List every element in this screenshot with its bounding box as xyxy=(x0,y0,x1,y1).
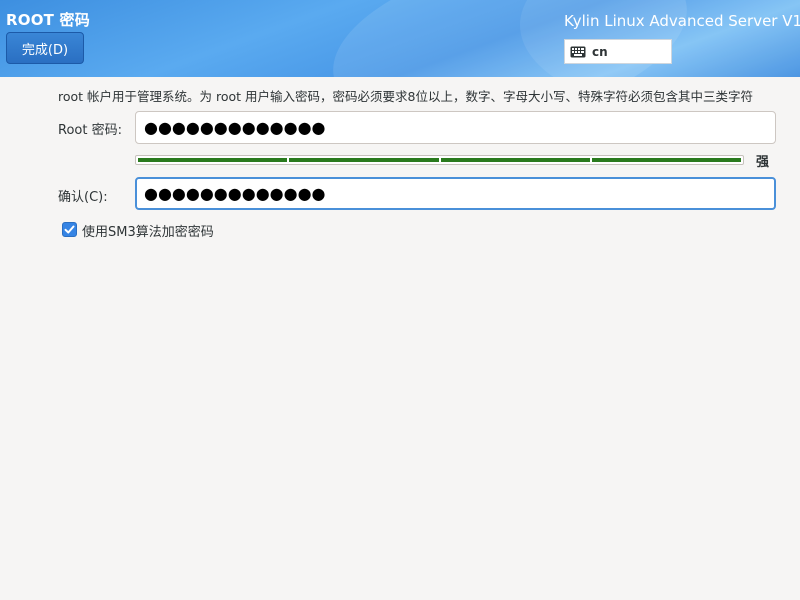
strength-segment xyxy=(289,158,439,162)
header-bar: ROOT 密码 完成(D) Kylin Linux Advanced Serve… xyxy=(0,0,800,77)
keyboard-layout-label: cn xyxy=(592,44,608,59)
strength-segment xyxy=(138,158,288,162)
keyboard-icon xyxy=(570,46,586,57)
password-requirements-text: root 帐户用于管理系统。为 root 用户输入密码，密码必须要求8位以上，数… xyxy=(58,89,753,104)
keyboard-layout-indicator[interactable]: cn xyxy=(564,39,672,64)
product-name: Kylin Linux Advanced Server V10 安 xyxy=(564,12,800,30)
root-password-input[interactable]: ●●●●●●●●●●●●● xyxy=(135,111,776,144)
done-button[interactable]: 完成(D) xyxy=(6,32,84,64)
page-title: ROOT 密码 xyxy=(6,11,90,29)
strength-segment xyxy=(591,158,741,162)
root-password-label: Root 密码: xyxy=(58,123,122,138)
password-strength-label: 强 xyxy=(756,155,770,170)
sm3-encryption-label[interactable]: 使用SM3算法加密密码 xyxy=(82,221,214,240)
confirm-password-label: 确认(C): xyxy=(58,190,108,205)
password-strength-bar xyxy=(135,155,744,165)
sm3-encryption-checkbox[interactable] xyxy=(62,222,77,237)
strength-segment xyxy=(440,158,590,162)
confirm-password-input[interactable]: ●●●●●●●●●●●●● xyxy=(135,177,776,210)
checkmark-icon xyxy=(64,225,75,234)
